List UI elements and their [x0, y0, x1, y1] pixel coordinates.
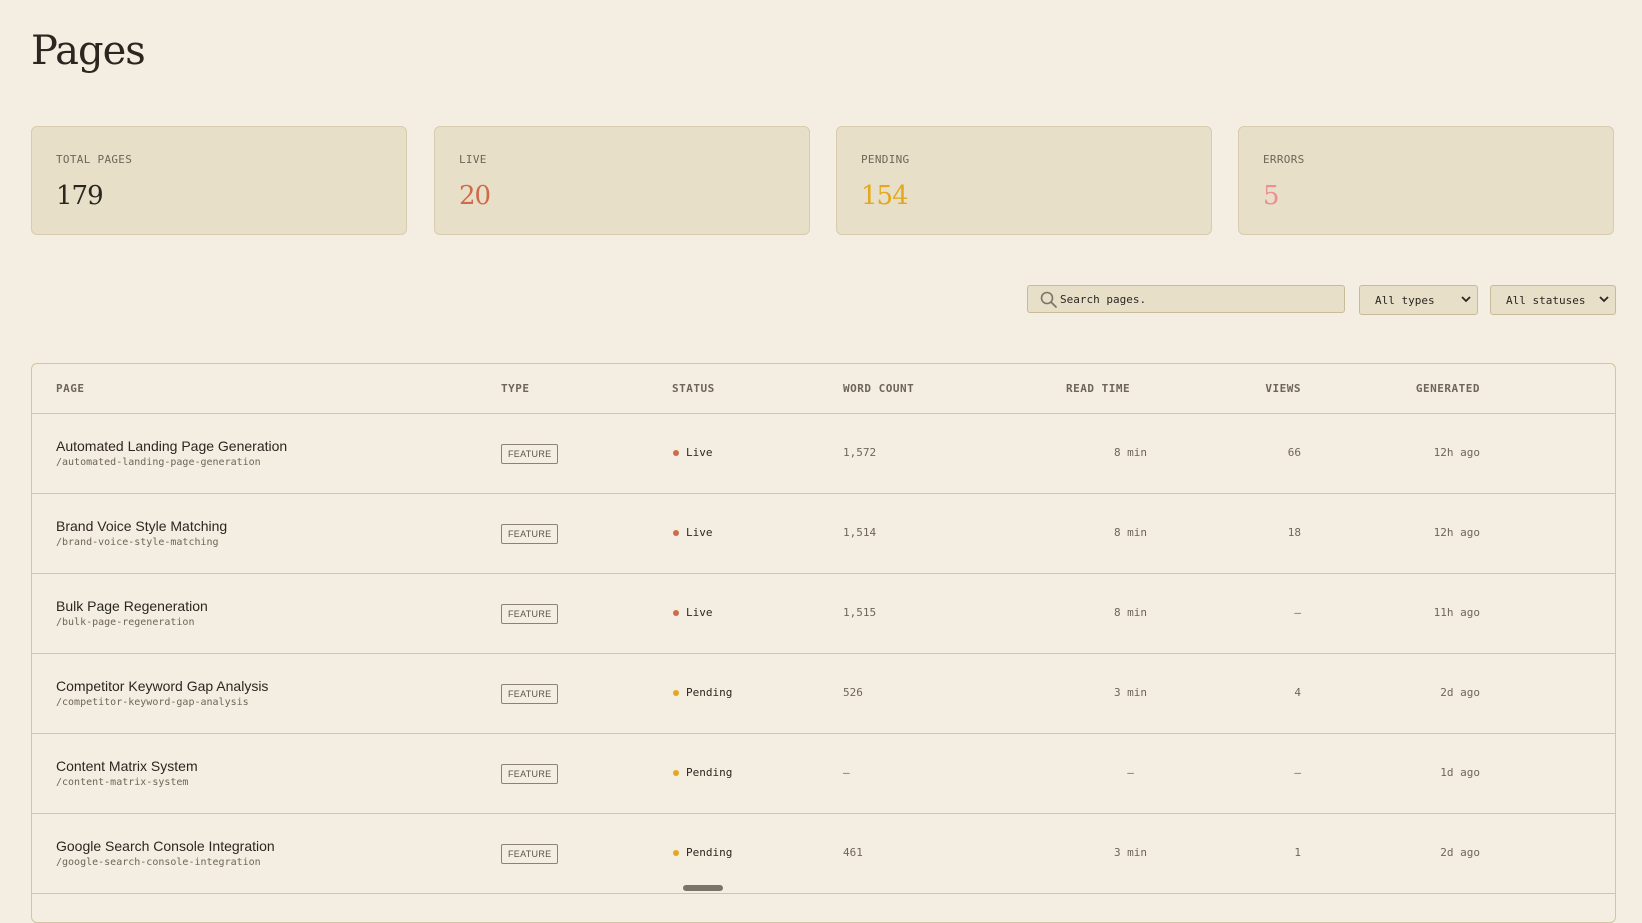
page-title-link[interactable]: Brand Voice Style Matching: [56, 518, 227, 534]
stat-card-live: LIVE 20: [434, 126, 810, 235]
page-title: Pages: [31, 28, 146, 74]
stat-label: PENDING: [861, 153, 910, 166]
table-header: PAGE TYPE STATUS WORD COUNT READ TIME VI…: [32, 364, 1615, 414]
type-badge: FEATURE: [501, 764, 559, 784]
read-time: 3 min: [1113, 846, 1148, 859]
column-header-type[interactable]: TYPE: [501, 382, 530, 395]
column-header-read-time[interactable]: READ TIME: [1066, 382, 1130, 395]
status-dot: [673, 610, 679, 616]
word-count: 1,514: [843, 526, 877, 539]
views-count: –: [1294, 766, 1301, 779]
status-label: Pending: [686, 846, 733, 859]
column-header-generated[interactable]: GENERATED: [1416, 382, 1480, 395]
table-row[interactable]: Content Matrix System /content-matrix-sy…: [32, 733, 1615, 814]
stat-card-total-pages: TOTAL PAGES 179: [31, 126, 407, 235]
generated-time: 2d ago: [1440, 686, 1480, 699]
status-dot: [673, 690, 679, 696]
generated-time: 2d ago: [1440, 846, 1480, 859]
status-label: Live: [686, 606, 713, 619]
status-label: Live: [686, 526, 713, 539]
views-count: 1: [1294, 846, 1301, 859]
column-header-status[interactable]: STATUS: [672, 382, 715, 395]
read-time: –: [1127, 766, 1134, 779]
views-count: 66: [1287, 446, 1301, 459]
views-count: 4: [1294, 686, 1301, 699]
type-filter-value: All types: [1375, 294, 1435, 307]
type-badge: FEATURE: [501, 684, 559, 704]
read-time: 8 min: [1113, 446, 1148, 459]
views-count: –: [1294, 606, 1301, 619]
word-count: 1,572: [843, 446, 877, 459]
type-badge: FEATURE: [501, 844, 559, 864]
generated-time: 1d ago: [1440, 766, 1480, 779]
stat-value: 179: [56, 181, 104, 211]
stats-row: TOTAL PAGES 179 LIVE 20 PENDING 154 ERRO…: [31, 126, 1616, 237]
read-time: 8 min: [1113, 606, 1148, 619]
status-filter-select[interactable]: All statuses: [1490, 285, 1616, 315]
read-time: 3 min: [1113, 686, 1148, 699]
stat-label: TOTAL PAGES: [56, 153, 133, 166]
type-badge: FEATURE: [501, 604, 559, 624]
generated-time: 11h ago: [1433, 606, 1480, 619]
table-row[interactable]: Automated Landing Page Generation /autom…: [32, 413, 1615, 494]
page-slug: /google-search-console-integration: [56, 857, 261, 868]
status-dot: [673, 850, 679, 856]
column-header-views[interactable]: VIEWS: [1265, 382, 1301, 395]
pages-table: PAGE TYPE STATUS WORD COUNT READ TIME VI…: [31, 363, 1616, 923]
word-count: 461: [843, 846, 863, 859]
word-count: –: [843, 766, 850, 779]
page-slug: /automated-landing-page-generation: [56, 457, 261, 468]
status-dot: [673, 450, 679, 456]
page-slug: /bulk-page-regeneration: [56, 617, 195, 628]
generated-time: 12h ago: [1433, 446, 1480, 459]
type-badge: FEATURE: [501, 444, 559, 464]
horizontal-scroll-handle[interactable]: [683, 885, 723, 891]
views-count: 18: [1287, 526, 1301, 539]
column-header-word-count[interactable]: WORD COUNT: [843, 382, 914, 395]
status-label: Pending: [686, 686, 733, 699]
stat-value: 5: [1263, 181, 1280, 211]
stat-card-pending: PENDING 154: [836, 126, 1212, 235]
page-title-link[interactable]: Competitor Keyword Gap Analysis: [56, 678, 268, 694]
status-filter-value: All statuses: [1506, 294, 1586, 307]
page-title-link[interactable]: Automated Landing Page Generation: [56, 438, 287, 454]
stat-value: 154: [861, 181, 909, 211]
stat-value: 20: [459, 181, 491, 211]
table-row[interactable]: Brand Voice Style Matching /brand-voice-…: [32, 493, 1615, 574]
word-count: 526: [843, 686, 863, 699]
read-time: 8 min: [1113, 526, 1148, 539]
type-badge: FEATURE: [501, 524, 559, 544]
type-filter-select[interactable]: All types: [1359, 285, 1478, 315]
page-slug: /competitor-keyword-gap-analysis: [56, 697, 249, 708]
page-slug: /content-matrix-system: [56, 777, 189, 788]
table-row[interactable]: Bulk Page Regeneration /bulk-page-regene…: [32, 573, 1615, 654]
status-dot: [673, 530, 679, 536]
search-input[interactable]: [1060, 286, 1330, 312]
page-slug: /brand-voice-style-matching: [56, 537, 219, 548]
status-label: Pending: [686, 766, 733, 779]
page-title-link[interactable]: Google Search Console Integration: [56, 838, 275, 854]
stat-label: ERRORS: [1263, 153, 1305, 166]
stat-card-errors: ERRORS 5: [1238, 126, 1614, 235]
page-title-link[interactable]: Bulk Page Regeneration: [56, 598, 208, 614]
stat-label: LIVE: [459, 153, 487, 166]
search-box[interactable]: [1027, 285, 1345, 313]
column-header-page[interactable]: PAGE: [56, 382, 85, 395]
status-label: Live: [686, 446, 713, 459]
chevron-down-icon: [1599, 296, 1609, 303]
table-row[interactable]: Competitor Keyword Gap Analysis /competi…: [32, 653, 1615, 734]
chevron-down-icon: [1461, 296, 1471, 303]
status-dot: [673, 770, 679, 776]
table-row[interactable]: Google Search Console Integration /googl…: [32, 813, 1615, 894]
search-icon: [1040, 291, 1057, 308]
page-title-link[interactable]: Content Matrix System: [56, 758, 198, 774]
word-count: 1,515: [843, 606, 877, 619]
generated-time: 12h ago: [1433, 526, 1480, 539]
